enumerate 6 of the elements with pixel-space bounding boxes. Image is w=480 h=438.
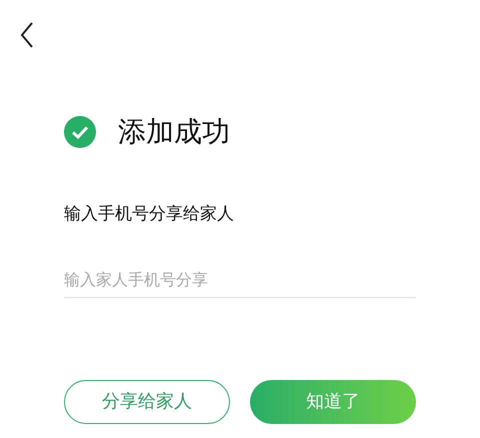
success-title: 添加成功 (118, 114, 230, 150)
confirm-button[interactable]: 知道了 (250, 380, 416, 424)
phone-input-field[interactable]: 输入家人手机号分享 (64, 262, 416, 298)
share-label: 输入手机号分享给家人 (64, 203, 235, 226)
share-button[interactable]: 分享给家人 (64, 380, 230, 424)
back-icon (20, 22, 34, 48)
